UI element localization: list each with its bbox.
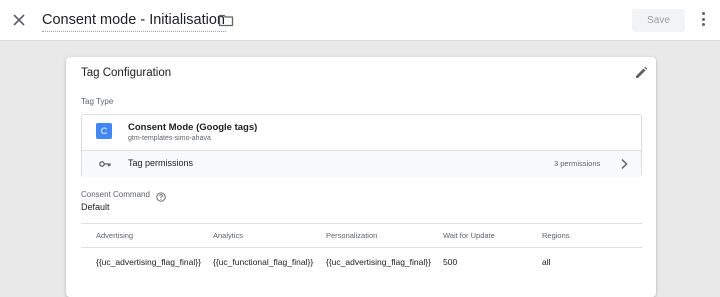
- tag-configuration-card: Tag Configuration Tag Type C Consent Mod…: [66, 57, 656, 297]
- table-header-row: Advertising Analytics Personalization Wa…: [81, 223, 642, 248]
- header-advertising: Advertising: [96, 231, 134, 240]
- header-personalization: Personalization: [326, 231, 378, 240]
- header-analytics: Analytics: [213, 231, 244, 240]
- close-icon: [13, 14, 25, 26]
- chevron-right-icon: [621, 158, 628, 170]
- card-title: Tag Configuration: [81, 67, 172, 79]
- tag-title-input[interactable]: Consent mode - Initialisation: [42, 10, 226, 32]
- consent-settings-table: Advertising Analytics Personalization Wa…: [81, 223, 642, 274]
- tag-permissions-label: Tag permissions: [128, 158, 194, 168]
- cell-regions: all: [542, 257, 551, 267]
- folder-icon: [218, 14, 234, 27]
- key-icon: [99, 161, 111, 167]
- tag-type-name: Consent Mode (Google tags): [128, 122, 258, 133]
- tag-type-box: C Consent Mode (Google tags) gtm-templat…: [81, 114, 642, 177]
- tag-permissions-row[interactable]: Tag permissions 3 permissions: [82, 150, 641, 177]
- cell-wait-for-update: 500: [443, 257, 458, 267]
- consent-command-label: Consent Command: [81, 190, 150, 199]
- cell-personalization: {{uc_advertising_flag_final}}: [326, 257, 431, 267]
- close-button[interactable]: [9, 10, 29, 30]
- pencil-icon: [636, 66, 648, 78]
- tag-type-row[interactable]: C Consent Mode (Google tags) gtm-templat…: [82, 115, 641, 150]
- header-regions: Regions: [542, 231, 570, 240]
- cell-advertising: {{uc_advertising_flag_final}}: [96, 257, 201, 267]
- template-icon: C: [96, 123, 112, 139]
- more-vert-icon: [701, 12, 705, 15]
- table-row: {{uc_advertising_flag_final}} {{uc_funct…: [81, 248, 642, 274]
- top-bar: Consent mode - Initialisation Save: [0, 0, 720, 41]
- consent-command-value: Default: [81, 202, 110, 212]
- folder-button[interactable]: [218, 12, 234, 28]
- edit-button[interactable]: [634, 66, 648, 80]
- help-icon: [156, 192, 166, 202]
- tag-type-label: Tag Type: [81, 97, 114, 106]
- help-button[interactable]: [156, 189, 166, 202]
- cell-analytics: {{uc_functional_flag_final}}: [213, 257, 314, 267]
- header-wait-for-update: Wait for Update: [443, 231, 495, 240]
- permissions-count: 3 permissions: [554, 159, 601, 168]
- save-button[interactable]: Save: [632, 9, 685, 32]
- more-options-button[interactable]: [700, 12, 706, 29]
- tag-type-source: gtm-templates-simo-ahava: [128, 135, 211, 142]
